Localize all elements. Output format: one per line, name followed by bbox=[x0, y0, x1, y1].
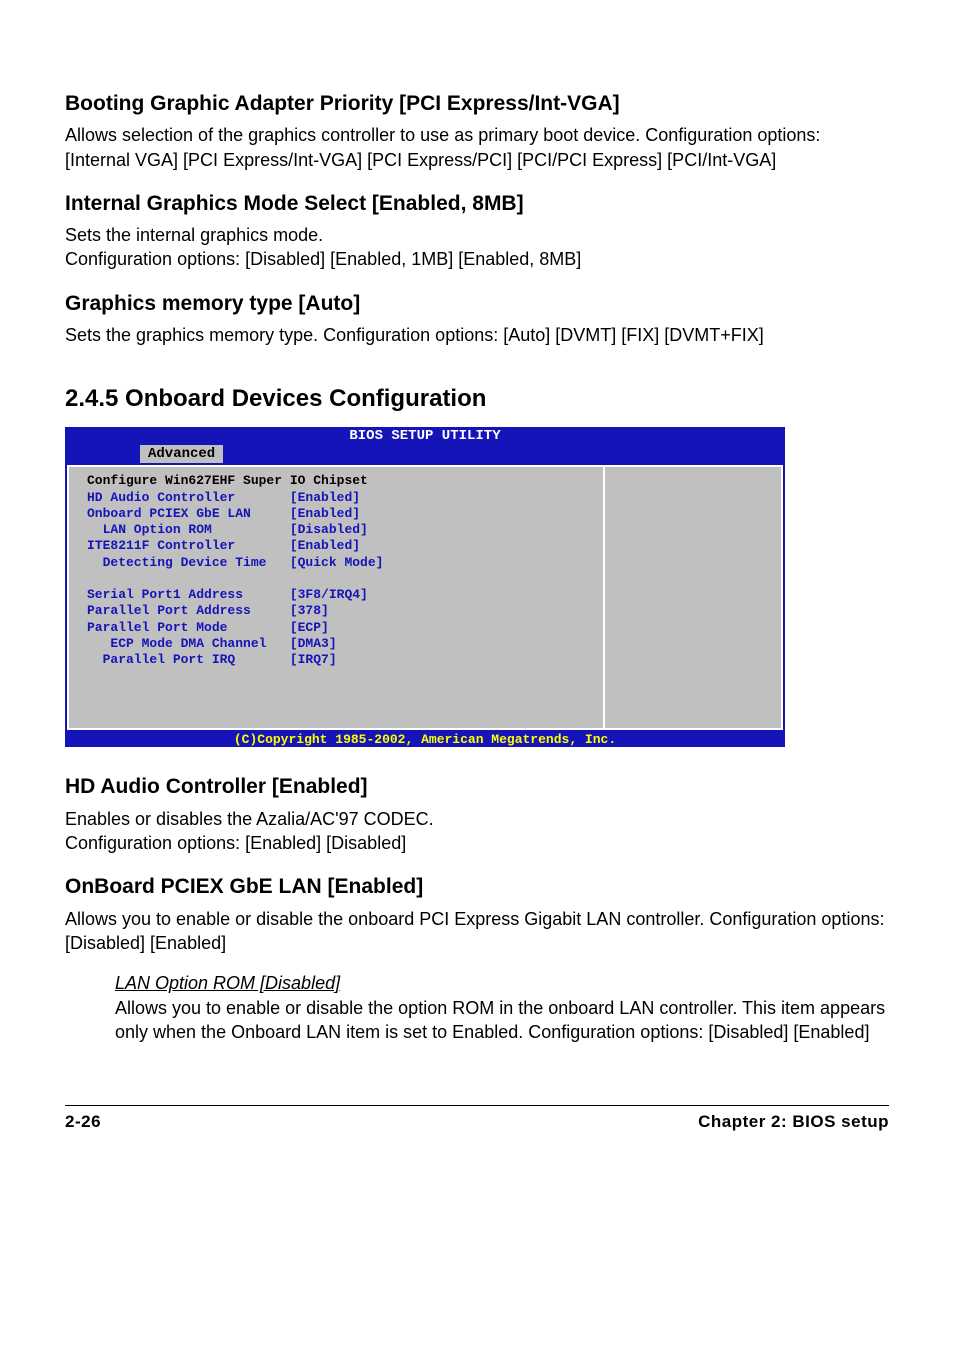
sub-heading-lan-rom: LAN Option ROM [Disabled] bbox=[115, 973, 889, 994]
page-footer: 2-26 Chapter 2: BIOS setup bbox=[65, 1105, 889, 1132]
body-hd-audio: Enables or disables the Azalia/AC'97 COD… bbox=[65, 807, 889, 856]
bios-tab-row: Advanced bbox=[65, 445, 785, 463]
bios-body: Configure Win627EHF Super IO Chipset HD … bbox=[65, 463, 785, 732]
bios-left-panel: Configure Win627EHF Super IO Chipset HD … bbox=[67, 465, 603, 730]
sub-lan-option-rom: LAN Option ROM [Disabled] Allows you to … bbox=[115, 973, 889, 1045]
bios-tab-advanced: Advanced bbox=[140, 445, 223, 463]
body-booting-adapter: Allows selection of the graphics control… bbox=[65, 123, 889, 172]
bios-screenshot: BIOS SETUP UTILITY Advanced Configure Wi… bbox=[65, 427, 785, 747]
heading-graphics-memory: Graphics memory type [Auto] bbox=[65, 290, 889, 317]
heading-onboard-devices: 2.4.5 Onboard Devices Configuration bbox=[65, 385, 889, 413]
heading-internal-graphics: Internal Graphics Mode Select [Enabled, … bbox=[65, 190, 889, 217]
heading-hd-audio: HD Audio Controller [Enabled] bbox=[65, 773, 889, 800]
body-graphics-memory: Sets the graphics memory type. Configura… bbox=[65, 323, 889, 347]
footer-page-number: 2-26 bbox=[65, 1112, 101, 1132]
bios-panel-title: Configure Win627EHF Super IO Chipset bbox=[87, 473, 368, 488]
body-onboard-pciex: Allows you to enable or disable the onbo… bbox=[65, 907, 889, 956]
bios-copyright: (C)Copyright 1985-2002, American Megatre… bbox=[65, 732, 785, 747]
bios-title: BIOS SETUP UTILITY bbox=[65, 427, 785, 445]
sub-body-lan-rom: Allows you to enable or disable the opti… bbox=[115, 996, 889, 1045]
heading-onboard-pciex: OnBoard PCIEX GbE LAN [Enabled] bbox=[65, 873, 889, 900]
bios-right-panel bbox=[603, 465, 783, 730]
footer-chapter: Chapter 2: BIOS setup bbox=[698, 1112, 889, 1132]
body-internal-graphics: Sets the internal graphics mode. Configu… bbox=[65, 223, 889, 272]
heading-booting-adapter: Booting Graphic Adapter Priority [PCI Ex… bbox=[65, 90, 889, 117]
